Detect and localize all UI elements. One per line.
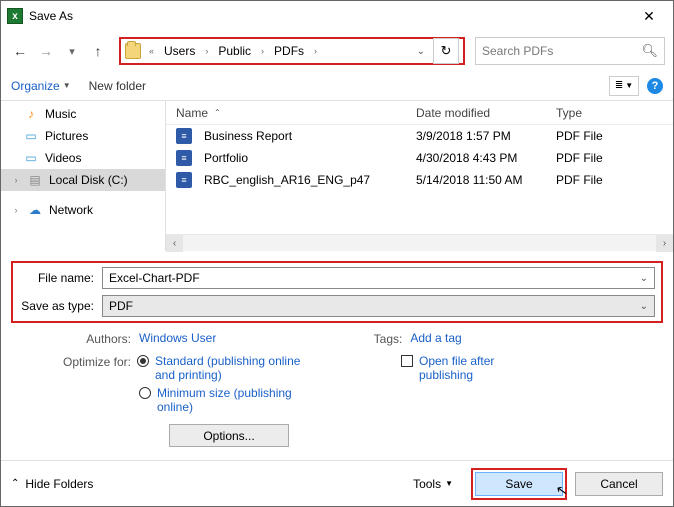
disk-icon: ▤ xyxy=(27,172,43,188)
file-list-header: Name ⌃ Date modified Type xyxy=(166,101,673,125)
scroll-right-button[interactable]: › xyxy=(656,235,673,252)
window-title: Save As xyxy=(29,9,73,23)
filename-label: File name: xyxy=(19,271,94,285)
search-placeholder: Search PDFs xyxy=(482,44,641,58)
save-as-dialog: x Save As ✕ ← → ▾ ↑ « Users › Public › P… xyxy=(0,0,674,507)
authors-value[interactable]: Windows User xyxy=(139,331,216,345)
tags-label: Tags: xyxy=(362,331,402,346)
save-highlight: Save ↖ xyxy=(471,468,567,500)
chevron-up-icon: ⌃ xyxy=(11,478,19,489)
file-list: Name ⌃ Date modified Type ≡Business Repo… xyxy=(166,101,673,251)
column-date[interactable]: Date modified xyxy=(416,106,556,120)
hide-folders-button[interactable]: ⌃ Hide Folders xyxy=(11,477,93,491)
search-icon: 🔍︎ xyxy=(641,43,658,59)
nav-tree: ♪ Music ▭ Pictures ▭ Videos › ▤ Local Di… xyxy=(1,101,166,251)
dropdown-caret-icon: ▼ xyxy=(63,81,71,90)
chevron-right-icon: › xyxy=(257,46,268,56)
filename-type-block: File name: Excel-Chart-PDF ⌄ Save as typ… xyxy=(11,261,663,323)
tags-value[interactable]: Add a tag xyxy=(410,331,461,345)
back-button[interactable]: ← xyxy=(9,40,31,62)
tree-item-music[interactable]: ♪ Music xyxy=(1,103,165,125)
excel-app-icon: x xyxy=(7,8,23,24)
file-row[interactable]: ≡Portfolio 4/30/2018 4:43 PM PDF File xyxy=(166,147,673,169)
file-row[interactable]: ≡Business Report 3/9/2018 1:57 PM PDF Fi… xyxy=(166,125,673,147)
up-one-level-button[interactable]: ↑ xyxy=(87,40,109,62)
nav-row: ← → ▾ ↑ « Users › Public › PDFs › ⌄ ↻ Se… xyxy=(1,31,673,71)
breadcrumb-item[interactable]: PDFs xyxy=(272,44,306,58)
expand-icon[interactable]: › xyxy=(11,205,21,215)
save-type-label: Save as type: xyxy=(19,299,94,313)
breadcrumb-item[interactable]: Public xyxy=(216,44,253,58)
folder-icon xyxy=(125,43,141,59)
forward-button[interactable]: → xyxy=(35,40,57,62)
sort-caret-icon: ⌃ xyxy=(214,108,221,117)
cursor-icon: ↖ xyxy=(555,481,570,500)
radio-minimum[interactable] xyxy=(139,387,151,399)
opt-minimum-label[interactable]: Minimum size (publishing online) xyxy=(157,386,317,414)
network-icon: ☁ xyxy=(27,202,43,218)
chevron-icon: « xyxy=(145,46,158,56)
authors-label: Authors: xyxy=(51,331,131,346)
tree-item-videos[interactable]: ▭ Videos xyxy=(1,147,165,169)
radio-standard[interactable] xyxy=(137,355,149,367)
filename-input[interactable]: Excel-Chart-PDF ⌄ xyxy=(102,267,655,289)
tree-item-pictures[interactable]: ▭ Pictures xyxy=(1,125,165,147)
search-input[interactable]: Search PDFs 🔍︎ xyxy=(475,37,665,65)
close-button[interactable]: ✕ xyxy=(631,4,667,28)
breadcrumb-item[interactable]: Users xyxy=(162,44,197,58)
toolbar: Organize ▼ New folder ≣▼ ? xyxy=(1,71,673,101)
form-area: File name: Excel-Chart-PDF ⌄ Save as typ… xyxy=(1,251,673,447)
up-button[interactable]: ▾ xyxy=(61,40,83,62)
column-name[interactable]: Name ⌃ xyxy=(166,106,416,120)
tree-item-network[interactable]: › ☁ Network xyxy=(1,199,165,221)
new-folder-button[interactable]: New folder xyxy=(89,79,146,93)
videos-icon: ▭ xyxy=(23,150,39,166)
chevron-right-icon: › xyxy=(201,46,212,56)
checkbox-open-after[interactable] xyxy=(401,355,413,367)
options-button[interactable]: Options... xyxy=(169,424,289,447)
tree-item-local-disk[interactable]: › ▤ Local Disk (C:) xyxy=(1,169,165,191)
open-after-label[interactable]: Open file after publishing xyxy=(419,354,539,382)
pdf-file-icon: ≡ xyxy=(176,172,192,188)
address-bar[interactable]: « Users › Public › PDFs › ⌄ ↻ xyxy=(119,37,465,65)
expand-icon[interactable]: › xyxy=(11,175,21,185)
address-dropdown-icon[interactable]: ⌄ xyxy=(413,46,429,57)
view-mode-button[interactable]: ≣▼ xyxy=(609,76,639,96)
save-button[interactable]: Save ↖ xyxy=(475,472,563,496)
tools-menu[interactable]: Tools ▼ xyxy=(413,477,453,491)
save-type-select[interactable]: PDF ⌄ xyxy=(102,295,655,317)
horizontal-scrollbar[interactable]: ‹ › xyxy=(166,234,673,251)
file-row[interactable]: ≡RBC_english_AR16_ENG_p47 5/14/2018 11:5… xyxy=(166,169,673,191)
bottom-bar: ⌃ Hide Folders Tools ▼ Save ↖ Cancel xyxy=(1,460,673,506)
pictures-icon: ▭ xyxy=(23,128,39,144)
music-icon: ♪ xyxy=(23,106,39,122)
explorer-body: ♪ Music ▭ Pictures ▭ Videos › ▤ Local Di… xyxy=(1,101,673,251)
dropdown-caret-icon: ▼ xyxy=(445,479,453,488)
scroll-left-button[interactable]: ‹ xyxy=(166,235,183,252)
pdf-file-icon: ≡ xyxy=(176,150,192,166)
pdf-file-icon: ≡ xyxy=(176,128,192,144)
dropdown-caret-icon[interactable]: ⌄ xyxy=(640,273,648,284)
refresh-button[interactable]: ↻ xyxy=(433,38,459,64)
organize-menu[interactable]: Organize ▼ xyxy=(11,79,71,93)
help-button[interactable]: ? xyxy=(647,78,663,94)
cancel-button[interactable]: Cancel xyxy=(575,472,663,496)
dropdown-caret-icon[interactable]: ⌄ xyxy=(640,301,648,312)
opt-standard-label[interactable]: Standard (publishing online and printing… xyxy=(155,354,315,382)
titlebar: x Save As ✕ xyxy=(1,1,673,31)
chevron-right-icon: › xyxy=(310,46,321,56)
optimize-label: Optimize for: xyxy=(51,354,131,369)
column-type[interactable]: Type xyxy=(556,106,673,120)
